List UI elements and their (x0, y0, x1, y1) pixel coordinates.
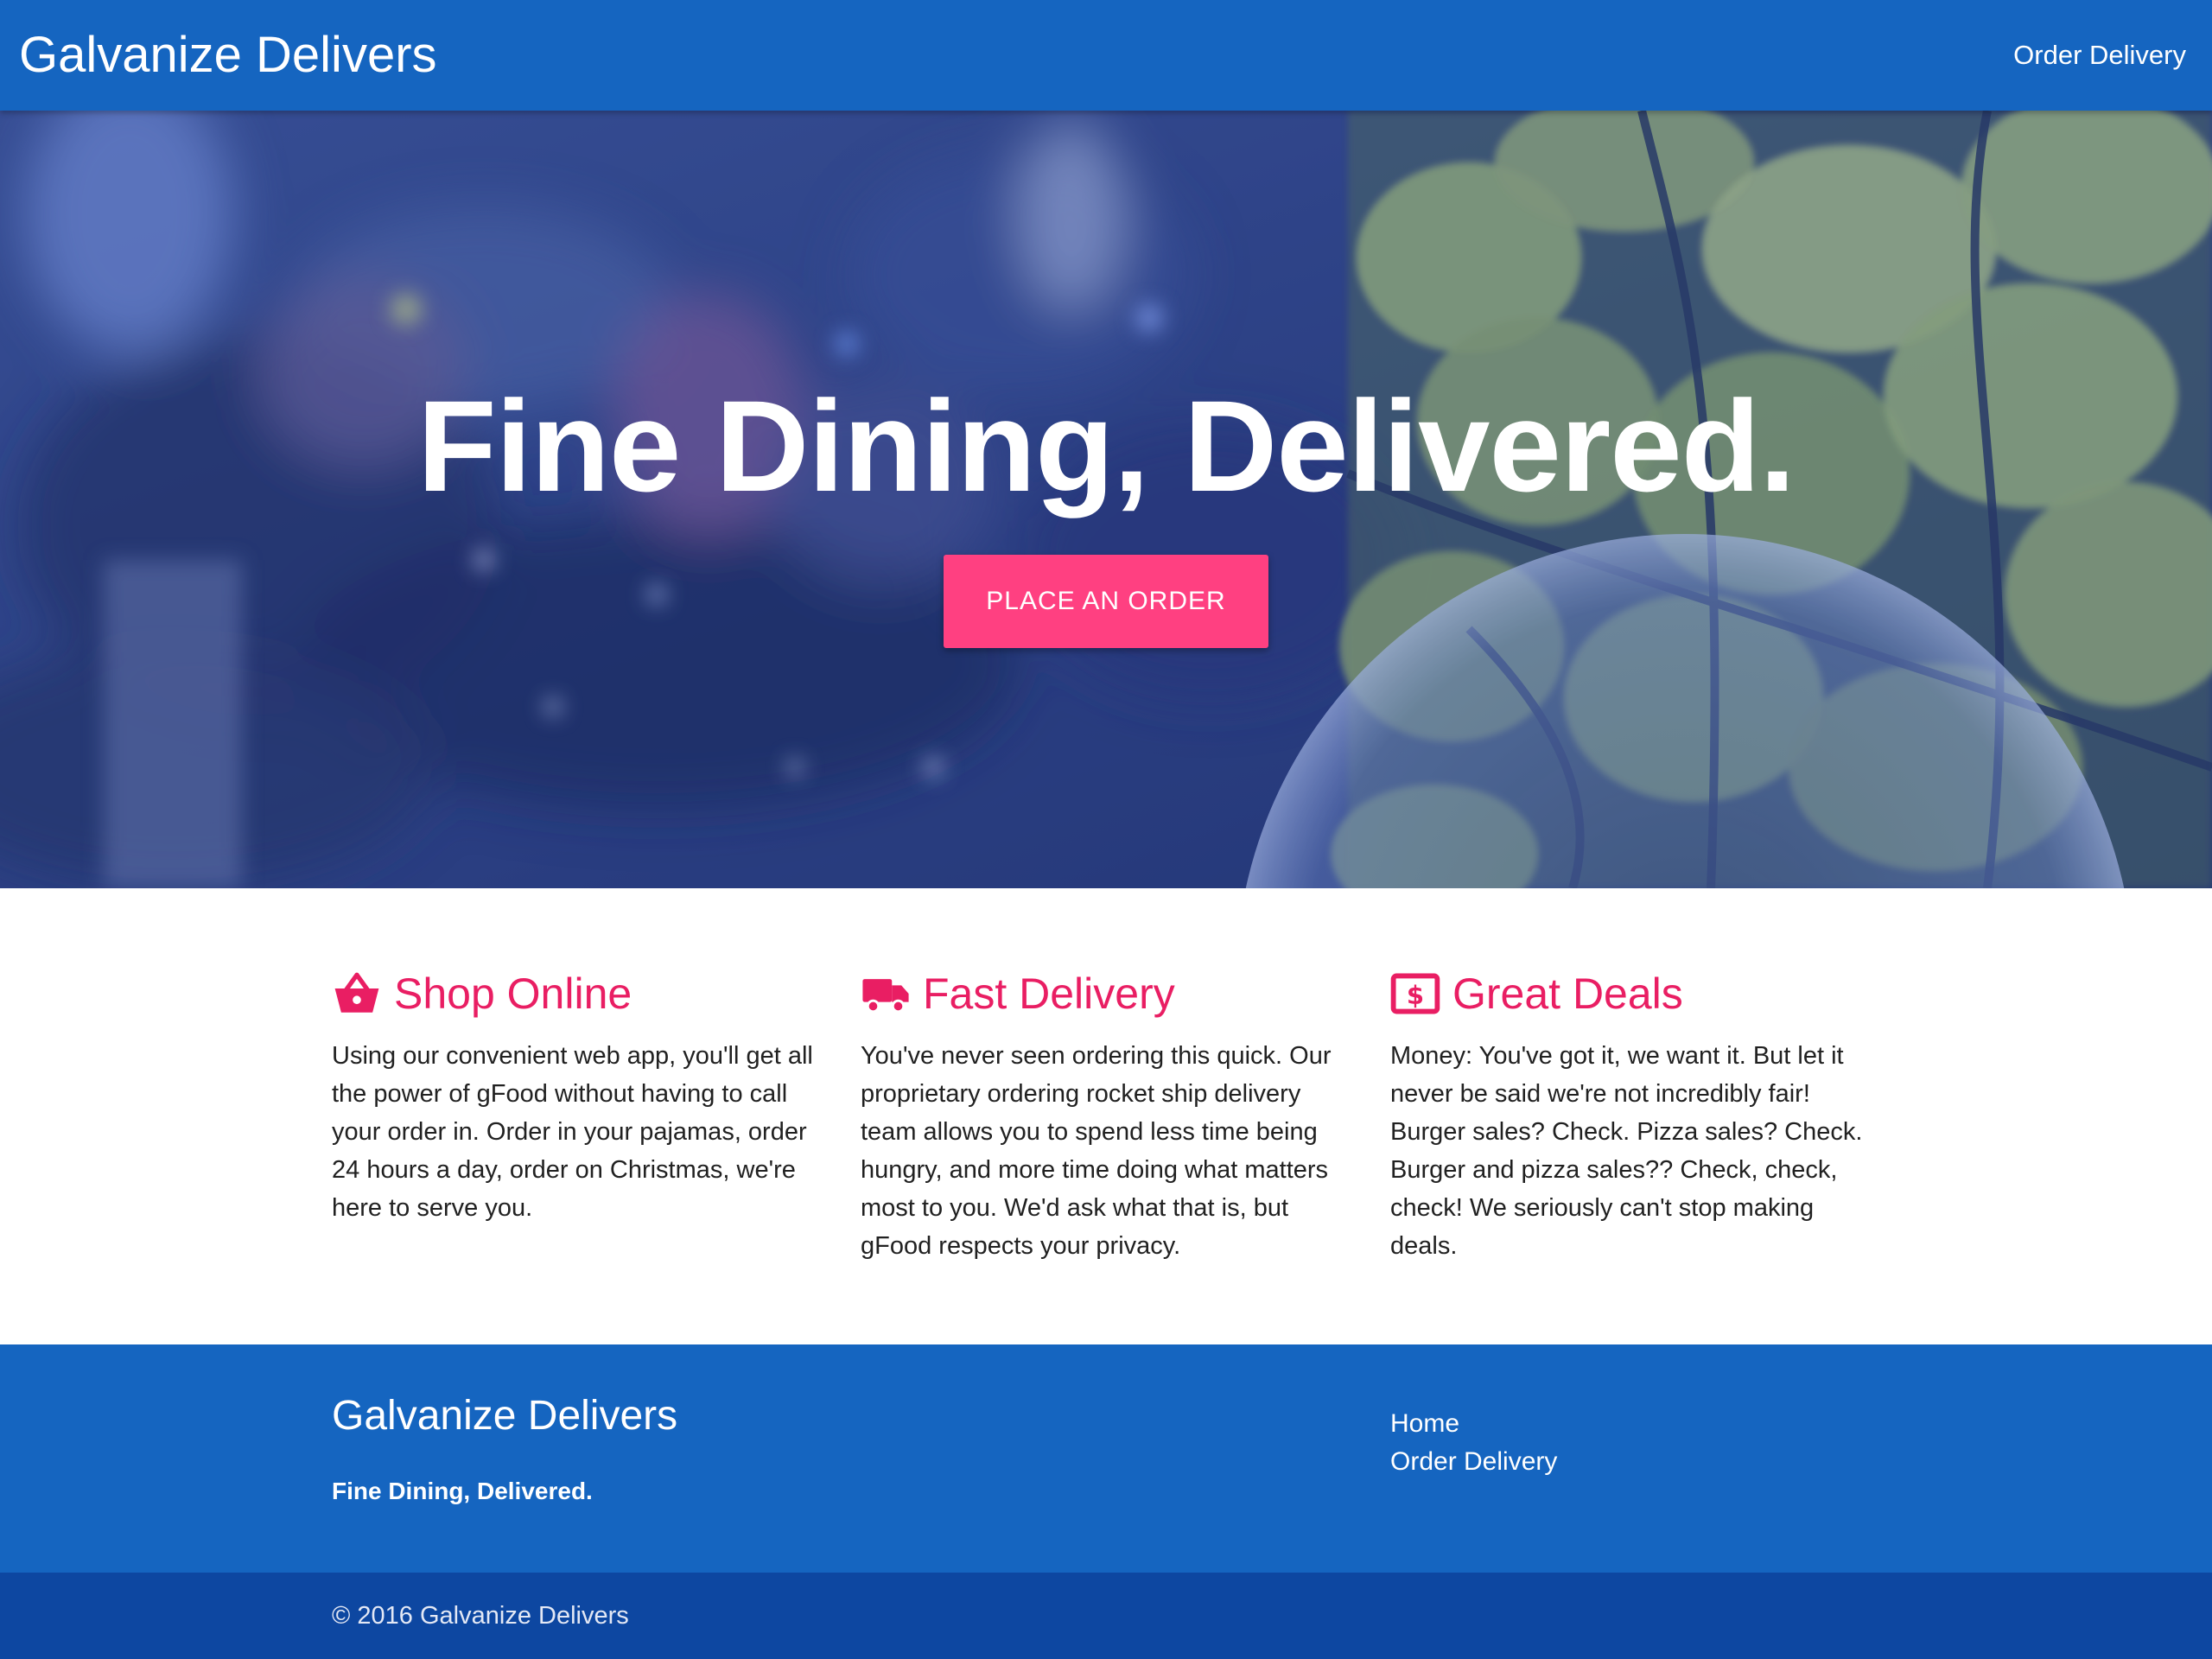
brand-link[interactable]: Galvanize Delivers (19, 21, 437, 90)
truck-icon (862, 979, 909, 1014)
footer-tagline: Fine Dining, Delivered. (332, 1478, 593, 1504)
footer-brand: Galvanize Delivers (332, 1393, 678, 1439)
place-order-button[interactable]: PLACE AN ORDER (944, 555, 1268, 648)
feature-text: Using our convenient web app, you'll get… (332, 1042, 813, 1222)
top-navbar: Galvanize Delivers Order Delivery (0, 0, 2212, 111)
nav-order-delivery-link[interactable]: Order Delivery (2013, 35, 2186, 76)
footer: Galvanize Delivers Fine Dining, Delivere… (0, 1344, 2212, 1573)
feature-great-deals: $ Great Deals Money: You've got it, we w… (1390, 961, 1883, 1265)
footer-links: Home Order Delivery (1390, 1405, 1557, 1481)
feature-text: Money: You've got it, we want it. But le… (1390, 1042, 1863, 1260)
hero-section: Fine Dining, Delivered. PLACE AN ORDER (0, 111, 2212, 888)
copyright-bar: © 2016 Galvanize Delivers (0, 1573, 2212, 1659)
copyright-text: © 2016 Galvanize Delivers (332, 1602, 629, 1630)
features-section: Shop Online Using our convenient web app… (0, 888, 2212, 1344)
svg-text:$: $ (1407, 981, 1424, 1010)
feature-shop-online: Shop Online Using our convenient web app… (332, 961, 824, 1227)
feature-title: Great Deals (1452, 969, 1683, 1018)
money-icon: $ (1390, 973, 1440, 1014)
hero-content: Fine Dining, Delivered. PLACE AN ORDER (0, 111, 2212, 888)
feature-header: $ Great Deals (1390, 961, 1883, 1027)
footer-order-delivery-link[interactable]: Order Delivery (1390, 1443, 1557, 1481)
feature-header: Fast Delivery (861, 961, 1353, 1027)
shopping-basket-icon (334, 972, 379, 1013)
feature-fast-delivery: Fast Delivery You've never seen ordering… (861, 961, 1353, 1265)
feature-text: You've never seen ordering this quick. O… (861, 1042, 1332, 1260)
footer-home-link[interactable]: Home (1390, 1405, 1557, 1443)
hero-title: Fine Dining, Delivered. (417, 373, 1796, 518)
feature-header: Shop Online (332, 961, 824, 1027)
feature-title: Shop Online (394, 969, 632, 1018)
feature-title: Fast Delivery (923, 969, 1175, 1018)
